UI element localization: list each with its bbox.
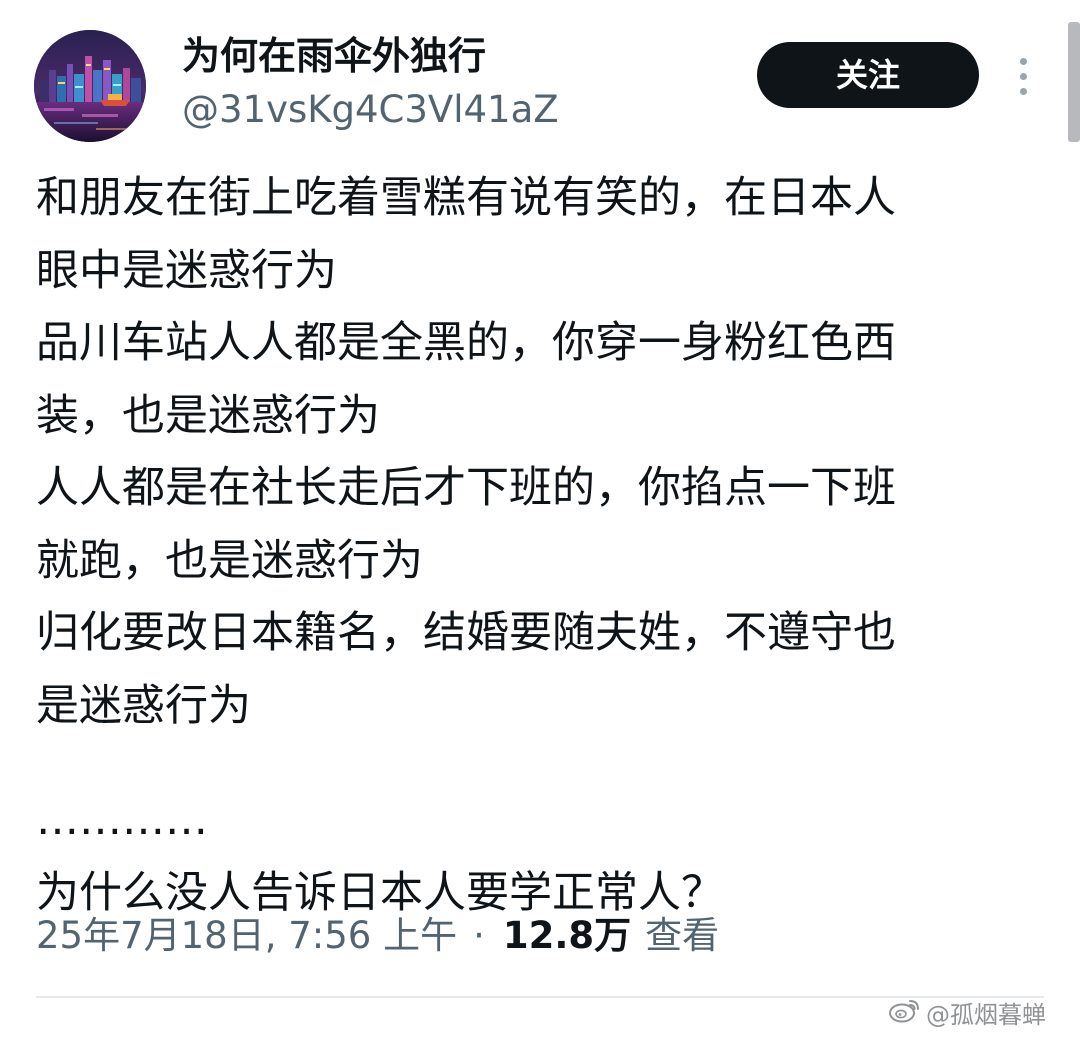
tweet-text-line: 装，也是迷惑行为: [36, 390, 380, 441]
tweet-meta: 25年7月18日, 7:56 上午 · 12.8万 查看: [36, 906, 719, 966]
avatar-image: [34, 30, 146, 142]
avatar[interactable]: [34, 30, 146, 142]
tweet-text-line: 眼中是迷惑行为: [36, 245, 337, 296]
watermark-text: @孤烟暮蝉: [926, 1001, 1046, 1029]
watermark: @孤烟暮蝉: [888, 996, 1046, 1032]
tweet-text-line: 归化要改日本籍名，结婚要随夫姓，不遵守也: [36, 608, 896, 658]
author-handle[interactable]: @31vsKg4C3Vl41aZ: [182, 84, 559, 136]
tweet-text: 和朋友在街上吃着雪糕有说有笑的，在日本人 眼中是迷惑行为 品川车站人人都是全黑的…: [36, 162, 1048, 929]
more-vertical-icon[interactable]: [1006, 52, 1042, 100]
tweet-text-line: 品川车站人人都是全黑的，你穿一身粉红色西: [36, 318, 896, 368]
author-display-name[interactable]: 为何在雨伞外独行: [182, 30, 486, 82]
tweet-text-line: 就跑，也是迷惑行为: [36, 535, 423, 586]
tweet-text-line: 是迷惑行为: [36, 680, 251, 731]
tweet-text-line: 和朋友在街上吃着雪糕有说有笑的，在日本人: [36, 173, 896, 223]
scrollbar-thumb[interactable]: [1068, 22, 1080, 142]
weibo-logo-icon: [888, 996, 922, 1034]
meta-separator: ·: [473, 914, 485, 957]
tweet-text-line: 人人都是在社长走后才下班的，你掐点一下班: [36, 463, 896, 513]
follow-button[interactable]: 关注: [757, 42, 979, 108]
tweet-timestamp[interactable]: 25年7月18日, 7:56 上午: [36, 906, 457, 966]
views-count: 12.8万: [502, 914, 632, 957]
tweet-text-line: …………: [36, 795, 208, 845]
views-label[interactable]: 查看: [645, 906, 719, 966]
